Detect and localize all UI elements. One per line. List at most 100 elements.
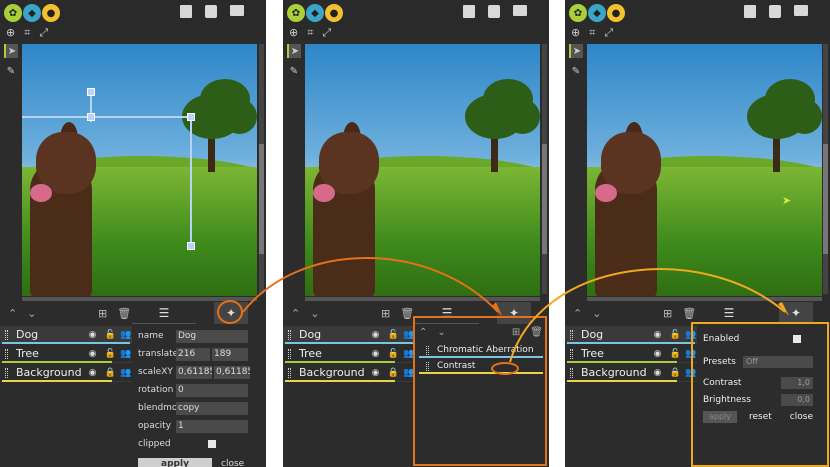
filter-item[interactable]: Contrast	[419, 360, 543, 374]
transform-handle[interactable]	[87, 88, 95, 96]
add-layer-icon[interactable]: ⊞	[381, 307, 390, 320]
transform-handle[interactable]	[87, 113, 95, 121]
close-button[interactable]: close	[221, 459, 244, 467]
comment-icon[interactable]	[513, 5, 527, 16]
eye-icon[interactable]: ◉	[372, 330, 384, 340]
crop-icon[interactable]: ⌗	[589, 26, 595, 40]
eye-icon[interactable]: ◉	[89, 349, 101, 359]
filter-item[interactable]: Chromatic Aberration	[419, 344, 543, 358]
vertical-scrollbar[interactable]	[259, 44, 264, 294]
pointer-icon[interactable]: ➤	[4, 44, 18, 58]
eye-icon[interactable]: ◉	[372, 368, 384, 378]
move-up-icon[interactable]: ⌃	[8, 307, 17, 320]
enabled-checkbox[interactable]	[793, 334, 801, 343]
resize-icon[interactable]: ⤢	[322, 26, 331, 40]
comment-icon[interactable]	[230, 5, 244, 16]
lock-icon[interactable]: 🔓	[104, 330, 116, 340]
lock-icon[interactable]: 🔒	[104, 368, 116, 378]
save-icon[interactable]	[180, 5, 192, 18]
add-layer-icon[interactable]: ⊞	[663, 307, 672, 320]
lock-icon[interactable]: 🔓	[387, 330, 399, 340]
trash-icon[interactable]: 🗑	[530, 327, 543, 338]
crosshair-icon[interactable]: ⊕	[571, 26, 580, 40]
scale-y-field[interactable]: 0,611858	[214, 365, 250, 379]
clipped-checkbox[interactable]	[208, 440, 216, 448]
brightness-field[interactable]: 0,0	[781, 393, 813, 406]
layer-row[interactable]: Background ◉ 🔒 👥	[283, 364, 415, 382]
tab-filters[interactable]: ✦	[779, 302, 813, 324]
horizontal-scrollbar[interactable]	[22, 297, 257, 301]
close-button[interactable]: close	[790, 412, 813, 422]
eye-icon[interactable]: ◉	[89, 368, 101, 378]
comment-icon[interactable]	[794, 5, 808, 16]
layer-row[interactable]: Tree ◉ 🔓 👥	[565, 345, 697, 363]
apply-button[interactable]: apply	[138, 458, 212, 467]
eye-icon[interactable]: ◉	[654, 368, 666, 378]
translate-x-field[interactable]: 216	[176, 347, 210, 361]
resize-icon[interactable]: ⤢	[39, 26, 48, 40]
lock-icon[interactable]: 🔓	[669, 349, 681, 359]
pointer-icon[interactable]: ➤	[569, 44, 583, 58]
move-up-icon[interactable]: ⌃	[419, 327, 427, 338]
crop-icon[interactable]: ⌗	[307, 26, 313, 40]
eye-icon[interactable]: ◉	[654, 349, 666, 359]
pointer-icon[interactable]: ➤	[287, 44, 301, 58]
layer-row[interactable]: Tree ◉ 🔓 👥	[0, 345, 132, 363]
opacity-field[interactable]: 1	[176, 419, 248, 433]
layer-row[interactable]: Tree ◉ 🔓 👥	[283, 345, 415, 363]
presets-select[interactable]: Off	[743, 355, 813, 368]
scale-x-field[interactable]: 0,611858	[176, 365, 212, 379]
apply-button[interactable]: apply	[703, 410, 737, 423]
add-layer-icon[interactable]: ⊞	[98, 307, 107, 320]
layer-row[interactable]: Dog ◉ 🔓 👥	[283, 326, 415, 344]
image-canvas[interactable]	[22, 44, 257, 296]
eye-icon[interactable]: ◉	[654, 330, 666, 340]
transform-handle[interactable]	[187, 242, 195, 250]
vertical-scrollbar[interactable]	[823, 44, 828, 294]
layer-row[interactable]: Background ◉ 🔒 👥	[0, 364, 132, 382]
add-filter-icon[interactable]: ⊞	[512, 327, 520, 338]
share-icon[interactable]	[769, 5, 781, 18]
lock-icon[interactable]: 🔓	[387, 349, 399, 359]
layer-row[interactable]: Background ◉ 🔒 👥	[565, 364, 697, 382]
move-down-icon[interactable]: ⌄	[27, 307, 36, 320]
user-icon[interactable]: 👥	[120, 368, 132, 378]
tab-properties[interactable]: ☰	[132, 302, 196, 324]
move-down-icon[interactable]: ⌄	[437, 327, 445, 338]
lock-icon[interactable]: 🔓	[104, 349, 116, 359]
share-icon[interactable]	[205, 5, 217, 18]
save-icon[interactable]	[463, 5, 475, 18]
user-icon[interactable]: 👥	[120, 330, 132, 340]
brush-icon[interactable]: ✎	[287, 64, 301, 78]
image-canvas[interactable]: ➤	[587, 44, 822, 296]
brush-icon[interactable]: ✎	[569, 64, 583, 78]
layer-row[interactable]: Dog ◉ 🔓 👥	[565, 326, 697, 344]
save-icon[interactable]	[744, 5, 756, 18]
lock-icon[interactable]: 🔒	[387, 368, 399, 378]
reset-button[interactable]: reset	[749, 412, 772, 422]
move-up-icon[interactable]: ⌃	[291, 307, 300, 320]
name-field[interactable]: Dog	[176, 329, 248, 343]
lock-icon[interactable]: 🔒	[669, 368, 681, 378]
user-icon[interactable]: 👥	[120, 349, 132, 359]
horizontal-scrollbar[interactable]	[305, 297, 540, 301]
crosshair-icon[interactable]: ⊕	[6, 26, 15, 40]
eye-icon[interactable]: ◉	[89, 330, 101, 340]
translate-y-field[interactable]: 189	[212, 347, 248, 361]
vertical-scrollbar[interactable]	[542, 44, 547, 294]
move-up-icon[interactable]: ⌃	[573, 307, 582, 320]
lock-icon[interactable]: 🔓	[669, 330, 681, 340]
horizontal-scrollbar[interactable]	[587, 297, 822, 301]
blend-mode-field[interactable]: copy	[176, 401, 248, 415]
resize-icon[interactable]: ⤢	[604, 26, 613, 40]
trash-icon[interactable]: 🗑	[117, 307, 131, 320]
crop-icon[interactable]: ⌗	[24, 26, 30, 40]
move-down-icon[interactable]: ⌄	[310, 307, 319, 320]
trash-icon[interactable]: 🗑	[682, 307, 696, 320]
contrast-field[interactable]: 1,0	[781, 376, 813, 389]
layer-row[interactable]: Dog ◉ 🔓 👥	[0, 326, 132, 344]
share-icon[interactable]	[488, 5, 500, 18]
tab-properties[interactable]: ☰	[697, 302, 761, 324]
crosshair-icon[interactable]: ⊕	[289, 26, 298, 40]
move-down-icon[interactable]: ⌄	[592, 307, 601, 320]
